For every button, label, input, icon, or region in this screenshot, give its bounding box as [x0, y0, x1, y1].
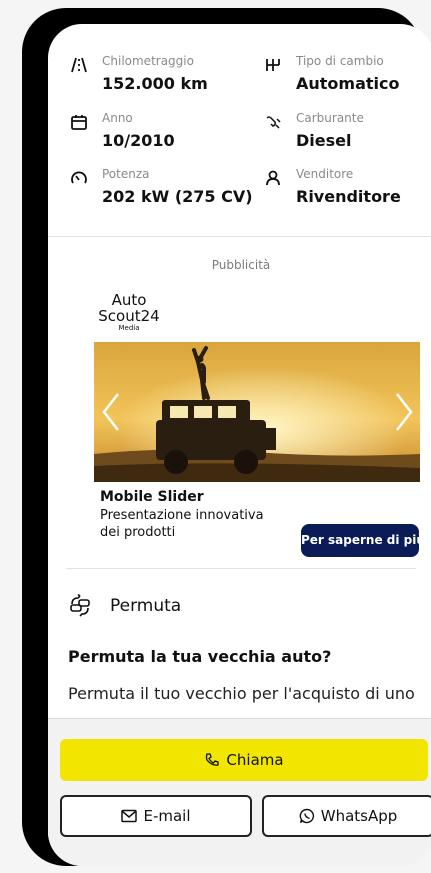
logo-line: Auto [111, 291, 147, 309]
contact-action-bar: Chiama E-mail WhatsApp [48, 718, 431, 866]
spec-label: Venditore [296, 167, 354, 181]
jeep-sunset-image [94, 342, 420, 482]
speedometer-icon [71, 171, 87, 184]
whatsapp-icon [299, 808, 314, 823]
calendar-icon [71, 115, 87, 130]
spec-label: Carburante [296, 111, 364, 125]
autoscout24-media-logo: Auto Scout24 Media [94, 292, 164, 333]
ad-description: Presentazione innovativa dei prodotti [100, 508, 264, 540]
call-label: Chiama [226, 751, 284, 769]
gearbox-icon [266, 59, 280, 71]
trade-in-question: Permuta la tua vecchia auto? [68, 647, 332, 666]
phone-screen: Chilometraggio 152.000 km Tipo di cambio… [48, 24, 431, 866]
spec-label: Chilometraggio [102, 54, 194, 68]
phone-frame: Chilometraggio 152.000 km Tipo di cambio… [22, 8, 431, 866]
spec-label: Anno [102, 111, 133, 125]
divider [48, 236, 431, 237]
phone-icon [206, 752, 220, 766]
whatsapp-button[interactable]: WhatsApp [262, 795, 431, 837]
email-button[interactable]: E-mail [60, 795, 252, 837]
learn-more-button[interactable]: Per saperne di più [301, 524, 425, 557]
spec-value: Rivenditore [296, 187, 401, 206]
trade-in-heading: Permuta [110, 596, 182, 616]
envelope-icon [121, 809, 138, 822]
mileage-icon [71, 57, 87, 73]
spec-label: Potenza [102, 167, 150, 181]
fuel-pump-icon [266, 116, 281, 129]
chevron-right-icon[interactable] [393, 390, 417, 434]
spec-label: Tipo di cambio [296, 54, 384, 68]
logo-line: Scout24 [98, 307, 160, 325]
whatsapp-label: WhatsApp [320, 807, 398, 825]
logo-line: Media [118, 324, 140, 332]
vehicle-specs: Chilometraggio 152.000 km Tipo di cambio… [48, 24, 431, 239]
person-icon [266, 170, 280, 186]
car-swap-icon [70, 594, 90, 617]
ad-label: Pubblicità [211, 258, 271, 272]
spec-value: Automatico [296, 74, 400, 93]
spec-value: Diesel [296, 131, 352, 150]
spec-value: 152.000 km [102, 74, 208, 93]
divider [66, 568, 416, 569]
chevron-left-icon[interactable] [98, 390, 122, 434]
ad-slider-image[interactable] [94, 342, 420, 482]
trade-in-header: Permuta [68, 594, 268, 624]
spec-value: 10/2010 [102, 131, 175, 150]
email-label: E-mail [143, 807, 191, 825]
call-button[interactable]: Chiama [60, 739, 428, 781]
spec-value: 202 kW (275 CV) [102, 187, 253, 206]
ad-title: Mobile Slider [100, 489, 204, 505]
